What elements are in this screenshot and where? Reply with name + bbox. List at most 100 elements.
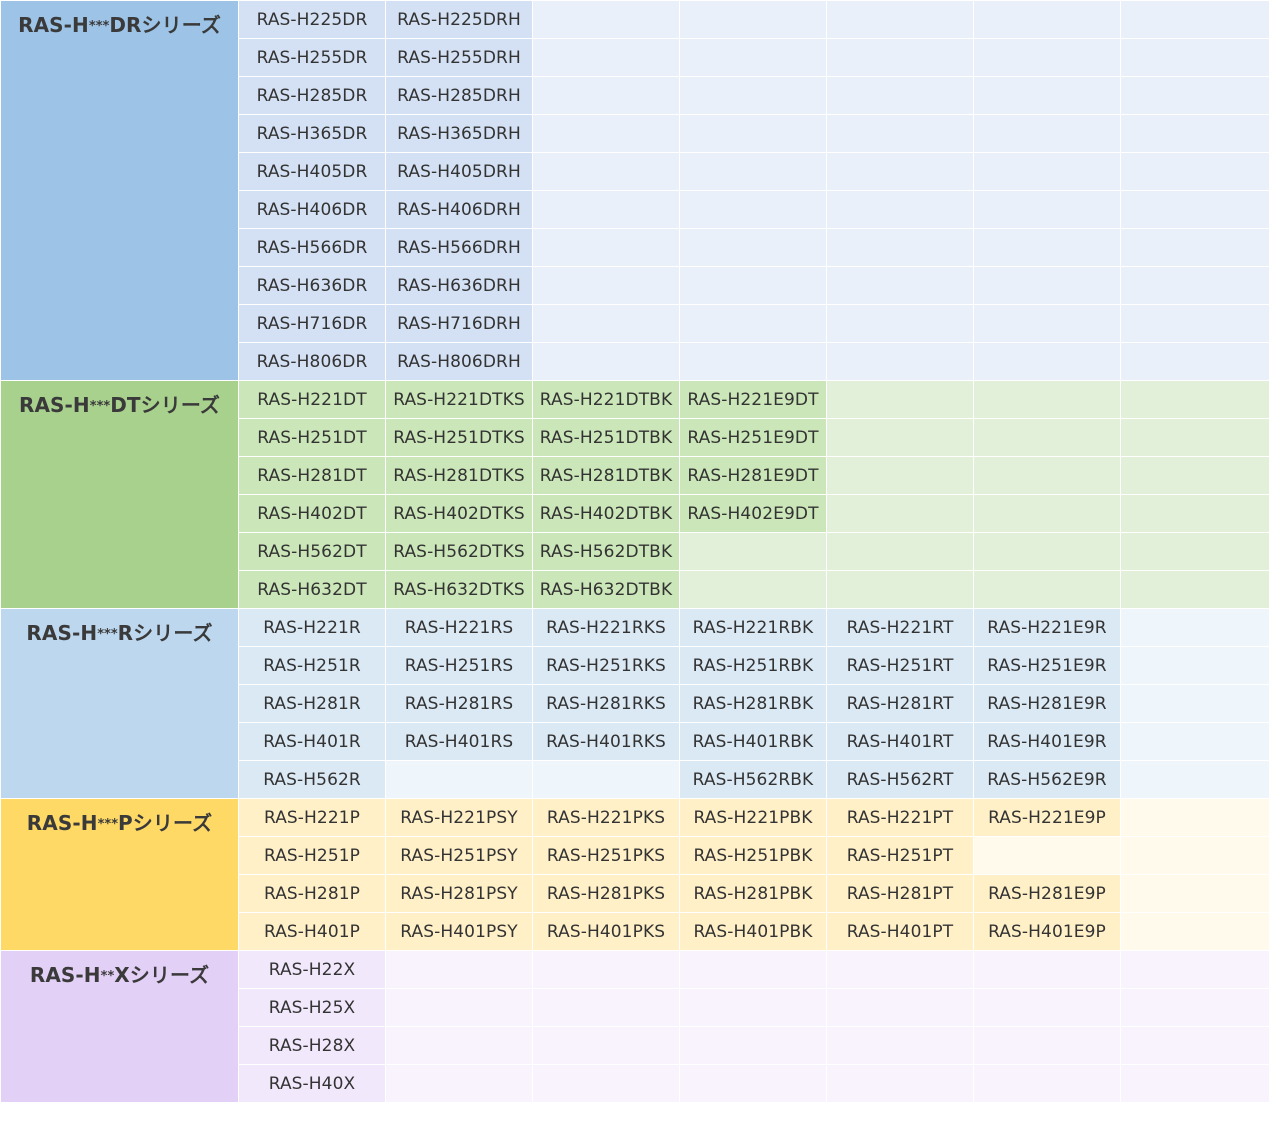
empty-cell bbox=[973, 38, 1121, 77]
empty-cell bbox=[973, 1026, 1121, 1065]
model-cell: RAS-H251PBK bbox=[679, 836, 827, 875]
model-cell: RAS-H281PKS bbox=[532, 874, 680, 913]
empty-cell bbox=[1120, 304, 1269, 343]
empty-cell bbox=[679, 342, 827, 381]
model-cell: RAS-H255DR bbox=[238, 38, 386, 77]
series-title-stars: *** bbox=[97, 627, 118, 642]
empty-cell bbox=[532, 304, 680, 343]
empty-cell bbox=[1120, 0, 1269, 39]
empty-cell bbox=[826, 1026, 974, 1065]
empty-cell bbox=[826, 76, 974, 115]
empty-cell bbox=[1120, 266, 1269, 305]
empty-cell bbox=[1120, 798, 1269, 837]
model-cell: RAS-H562E9R bbox=[973, 760, 1121, 799]
empty-cell bbox=[679, 190, 827, 229]
model-cell: RAS-H401PKS bbox=[532, 912, 680, 951]
empty-cell bbox=[826, 950, 974, 989]
empty-cell bbox=[532, 1026, 680, 1065]
empty-cell bbox=[973, 190, 1121, 229]
model-cell: RAS-H25X bbox=[238, 988, 386, 1027]
empty-cell bbox=[973, 0, 1121, 39]
empty-cell bbox=[1120, 76, 1269, 115]
model-cell: RAS-H251E9DT bbox=[679, 418, 827, 457]
empty-cell bbox=[826, 114, 974, 153]
model-cell: RAS-H251PSY bbox=[385, 836, 533, 875]
model-cell: RAS-H562DT bbox=[238, 532, 386, 571]
empty-cell bbox=[532, 1064, 680, 1103]
empty-cell bbox=[679, 0, 827, 39]
empty-cell bbox=[826, 342, 974, 381]
model-cell: RAS-H716DR bbox=[238, 304, 386, 343]
model-cell: RAS-H221E9DT bbox=[679, 380, 827, 419]
empty-cell bbox=[532, 760, 680, 799]
empty-cell bbox=[973, 76, 1121, 115]
series-title-prefix: RAS-H bbox=[18, 393, 90, 417]
model-cell: RAS-H225DR bbox=[238, 0, 386, 39]
series-title-suffix: Rシリーズ bbox=[117, 621, 213, 645]
model-cell: RAS-H251DT bbox=[238, 418, 386, 457]
model-cell: RAS-H716DRH bbox=[385, 304, 533, 343]
model-cell: RAS-H221PSY bbox=[385, 798, 533, 837]
model-cell: RAS-H281PSY bbox=[385, 874, 533, 913]
empty-cell bbox=[679, 152, 827, 191]
model-cell: RAS-H365DRH bbox=[385, 114, 533, 153]
model-cell: RAS-H221RT bbox=[826, 608, 974, 647]
empty-cell bbox=[532, 228, 680, 267]
empty-cell bbox=[973, 114, 1121, 153]
model-cell: RAS-H251DTBK bbox=[532, 418, 680, 457]
series-title-stars: *** bbox=[97, 817, 119, 832]
model-cell: RAS-H40X bbox=[238, 1064, 386, 1103]
table-row: RAS-H***Pシリーズ RAS-H221P RAS-H221PSY RAS-H22… bbox=[0, 798, 1269, 951]
model-cell: RAS-H405DR bbox=[238, 152, 386, 191]
empty-cell bbox=[679, 532, 827, 571]
table-row: RAS-H***DRシリーズ RAS-H225DR RAS-H225DRH bbox=[0, 0, 1269, 381]
empty-cell bbox=[679, 228, 827, 267]
empty-cell bbox=[1120, 456, 1269, 495]
series-title-suffix: DRシリーズ bbox=[109, 13, 221, 37]
series-title-prefix: RAS-H bbox=[18, 13, 89, 37]
model-cell: RAS-H281PT bbox=[826, 874, 974, 913]
model-cell: RAS-H221PKS bbox=[532, 798, 680, 837]
empty-cell bbox=[1120, 1026, 1269, 1065]
series-title-prefix: RAS-H bbox=[26, 811, 98, 835]
empty-cell bbox=[1120, 494, 1269, 533]
model-cell: RAS-H401PBK bbox=[679, 912, 827, 951]
model-cell: RAS-H281PBK bbox=[679, 874, 827, 913]
empty-cell bbox=[973, 304, 1121, 343]
empty-cell bbox=[973, 570, 1121, 609]
empty-cell bbox=[679, 266, 827, 305]
model-cell: RAS-H221RBK bbox=[679, 608, 827, 647]
empty-cell bbox=[973, 266, 1121, 305]
empty-cell bbox=[1120, 760, 1269, 799]
empty-cell bbox=[532, 0, 680, 39]
empty-cell bbox=[973, 418, 1121, 457]
empty-cell bbox=[385, 1064, 533, 1103]
empty-cell bbox=[385, 760, 533, 799]
empty-cell bbox=[826, 418, 974, 457]
model-cell: RAS-H221E9P bbox=[973, 798, 1121, 837]
model-cell: RAS-H251DTKS bbox=[385, 418, 533, 457]
model-cell: RAS-H251PT bbox=[826, 836, 974, 875]
model-cell: RAS-H221RS bbox=[385, 608, 533, 647]
empty-cell bbox=[826, 456, 974, 495]
empty-cell bbox=[973, 836, 1121, 875]
model-cell: RAS-H281E9DT bbox=[679, 456, 827, 495]
empty-cell bbox=[1120, 228, 1269, 267]
model-cell: RAS-H365DR bbox=[238, 114, 386, 153]
series-title-stars: *** bbox=[89, 399, 111, 414]
empty-cell bbox=[1120, 190, 1269, 229]
empty-cell bbox=[1120, 380, 1269, 419]
empty-cell bbox=[532, 38, 680, 77]
empty-cell bbox=[826, 494, 974, 533]
series-header-dt: RAS-H***DTシリーズ bbox=[0, 380, 239, 609]
model-cell: RAS-H406DR bbox=[238, 190, 386, 229]
model-cell: RAS-H406DRH bbox=[385, 190, 533, 229]
model-cell: RAS-H806DRH bbox=[385, 342, 533, 381]
empty-cell bbox=[679, 1064, 827, 1103]
empty-cell bbox=[973, 950, 1121, 989]
model-cell: RAS-H562DTKS bbox=[385, 532, 533, 571]
empty-cell bbox=[385, 988, 533, 1027]
model-cell: RAS-H251RS bbox=[385, 646, 533, 685]
empty-cell bbox=[826, 190, 974, 229]
model-cell: RAS-H401E9R bbox=[973, 722, 1121, 761]
